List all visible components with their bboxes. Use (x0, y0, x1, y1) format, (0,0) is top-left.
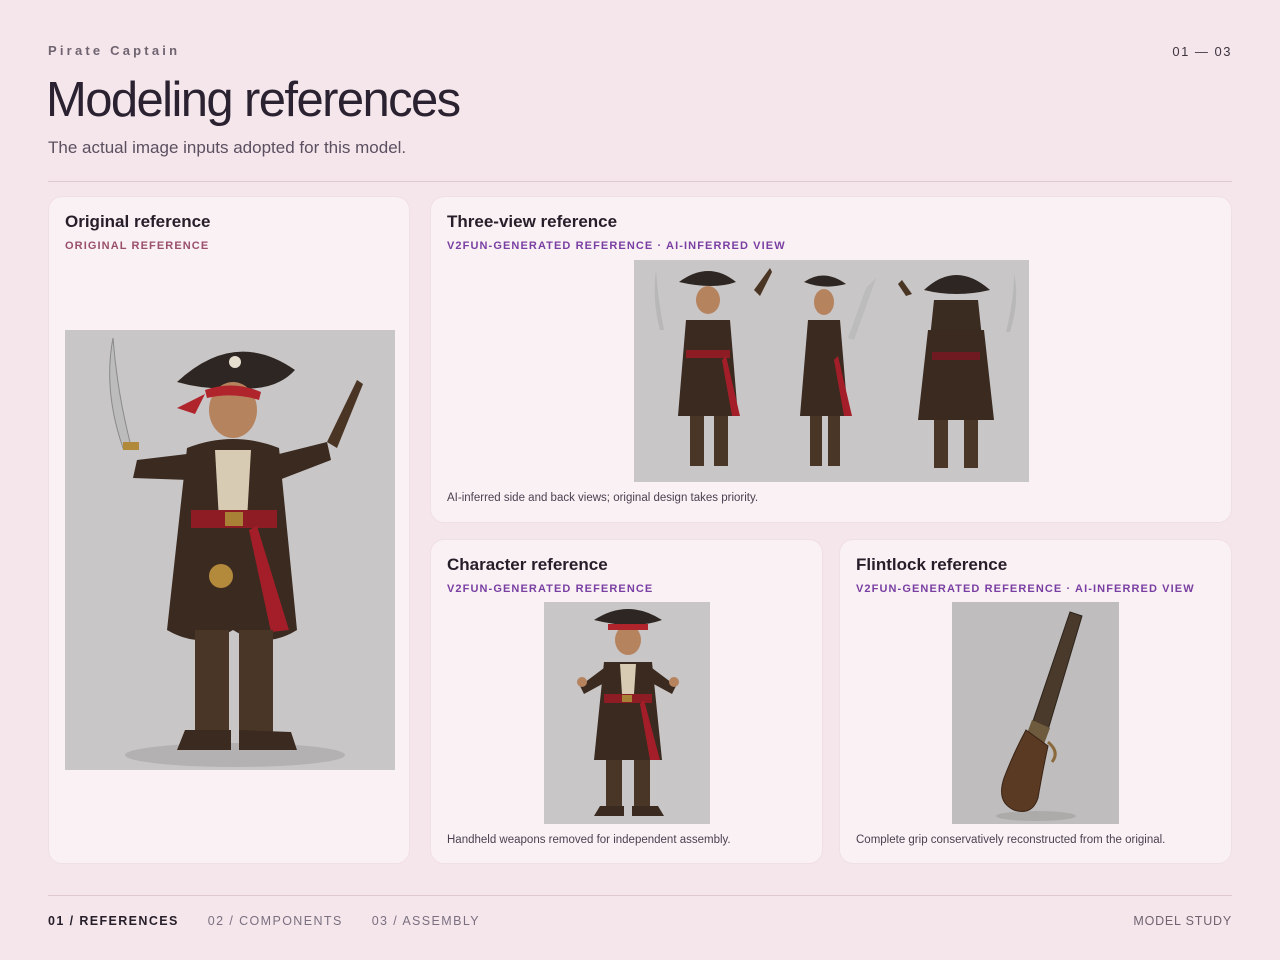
card-tag: V2FUN-GENERATED REFERENCE · AI-INFERRED … (856, 583, 1195, 595)
card-tag: ORIGINAL REFERENCE (65, 240, 210, 252)
bottom-divider (48, 895, 1232, 896)
character-image[interactable] (544, 602, 710, 824)
card-title: Original reference (65, 212, 211, 231)
page-subtitle: The actual image inputs adopted for this… (48, 138, 407, 157)
page-counter: 01 — 03 (1172, 44, 1232, 59)
original-reference-card: Original reference ORIGINAL REFERENCE (48, 196, 410, 864)
three-view-reference-card: Three-view reference V2FUN-GENERATED REF… (430, 196, 1232, 523)
nav-item-assembly[interactable]: 03 / ASSEMBLY (372, 914, 480, 928)
model-study-label: MODEL STUDY (1133, 914, 1232, 928)
card-tag: V2FUN-GENERATED REFERENCE · AI-INFERRED … (447, 240, 786, 252)
flintlock-reference-card: Flintlock reference V2FUN-GENERATED REFE… (839, 539, 1232, 864)
page-title: Modeling references (46, 73, 461, 127)
character-reference-card: Character reference V2FUN-GENERATED REFE… (430, 539, 823, 864)
card-tag: V2FUN-GENERATED REFERENCE (447, 583, 654, 595)
three-view-image[interactable] (634, 260, 1029, 482)
nav-item-components[interactable]: 02 / COMPONENTS (208, 914, 343, 928)
card-note: Complete grip conservatively reconstruct… (856, 834, 1166, 846)
eyebrow-label: Pirate Captain (48, 43, 181, 58)
card-note: Handheld weapons removed for independent… (447, 834, 731, 846)
card-title: Three-view reference (447, 212, 618, 231)
flintlock-image[interactable] (952, 602, 1119, 824)
card-note: AI-inferred side and back views; origina… (447, 492, 759, 504)
card-title: Character reference (447, 555, 608, 574)
card-title: Flintlock reference (856, 555, 1008, 574)
nav-item-references[interactable]: 01 / REFERENCES (48, 914, 179, 928)
section-nav: 01 / REFERENCES 02 / COMPONENTS 03 / ASS… (48, 914, 480, 928)
original-pirate-image[interactable] (65, 330, 395, 770)
top-divider (48, 181, 1232, 182)
